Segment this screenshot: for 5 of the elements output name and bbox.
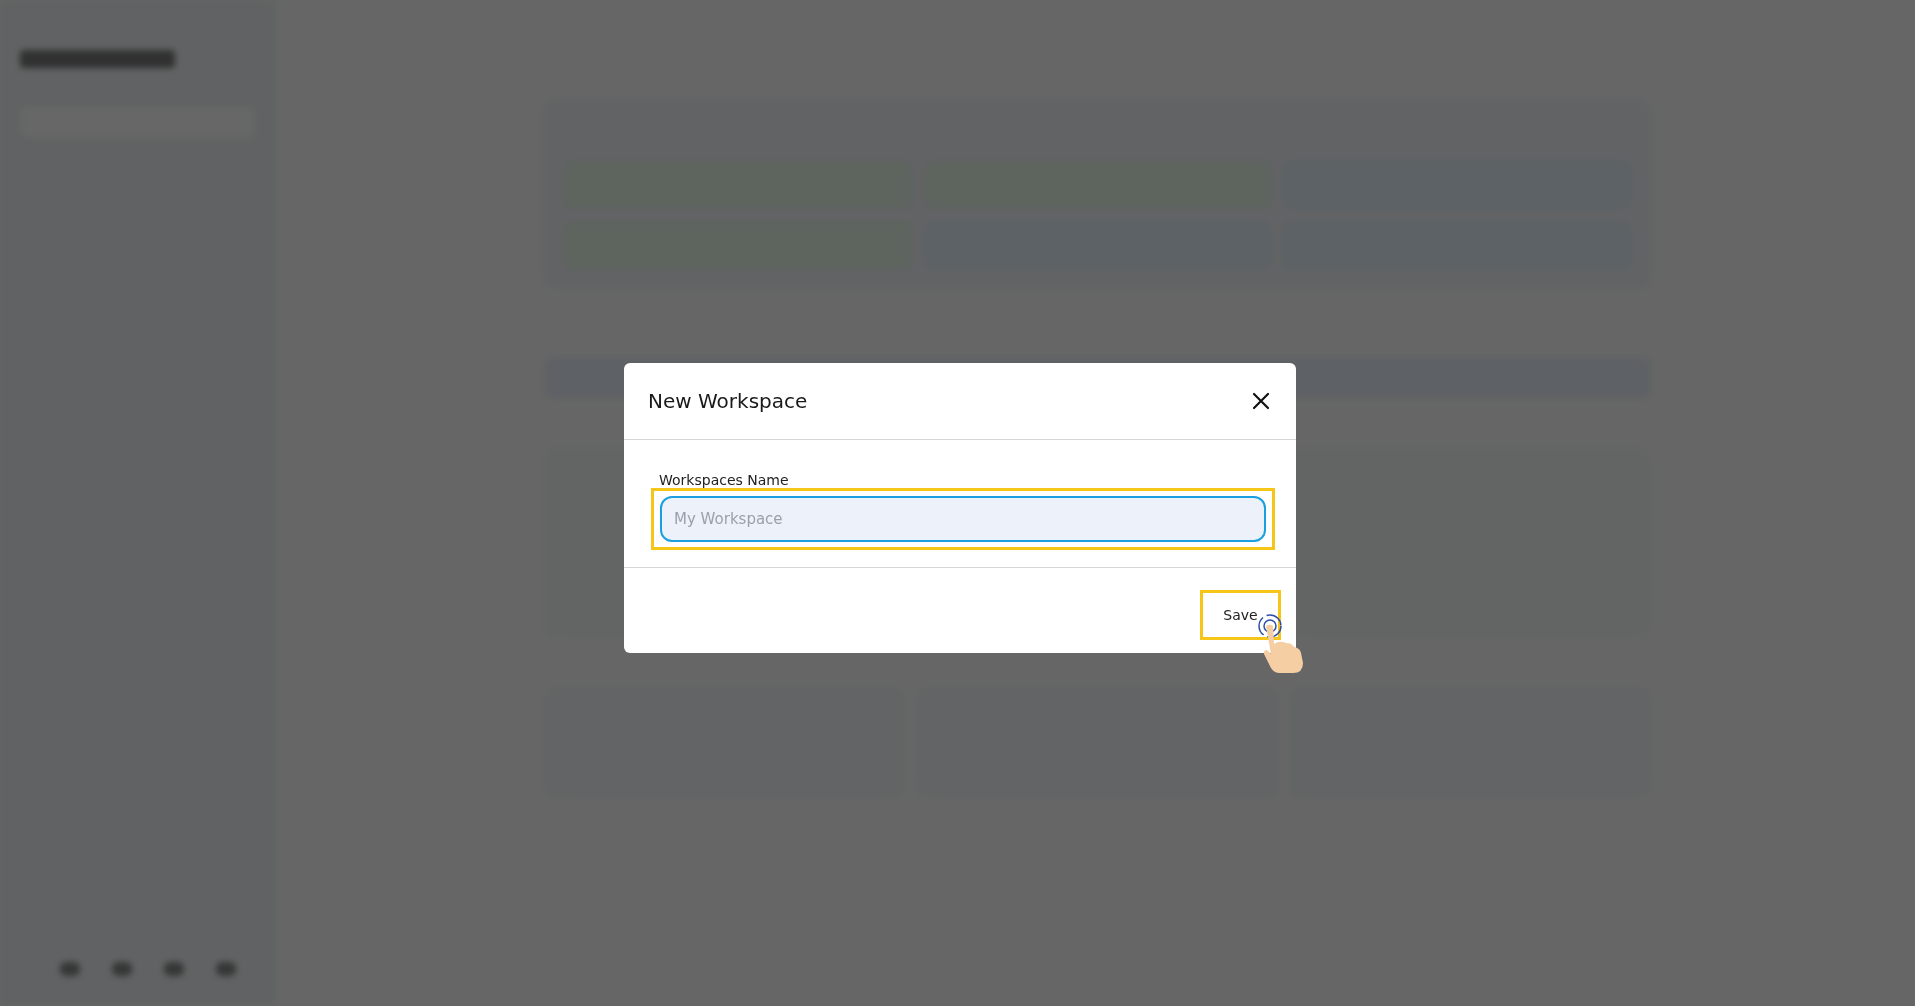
close-icon[interactable] (1251, 391, 1271, 411)
name-input-field[interactable]: My Workspace (660, 496, 1266, 542)
dialog-title: New Workspace (648, 389, 808, 413)
save-button[interactable]: Save (1200, 590, 1281, 640)
field-label: Workspaces Name (658, 472, 790, 488)
